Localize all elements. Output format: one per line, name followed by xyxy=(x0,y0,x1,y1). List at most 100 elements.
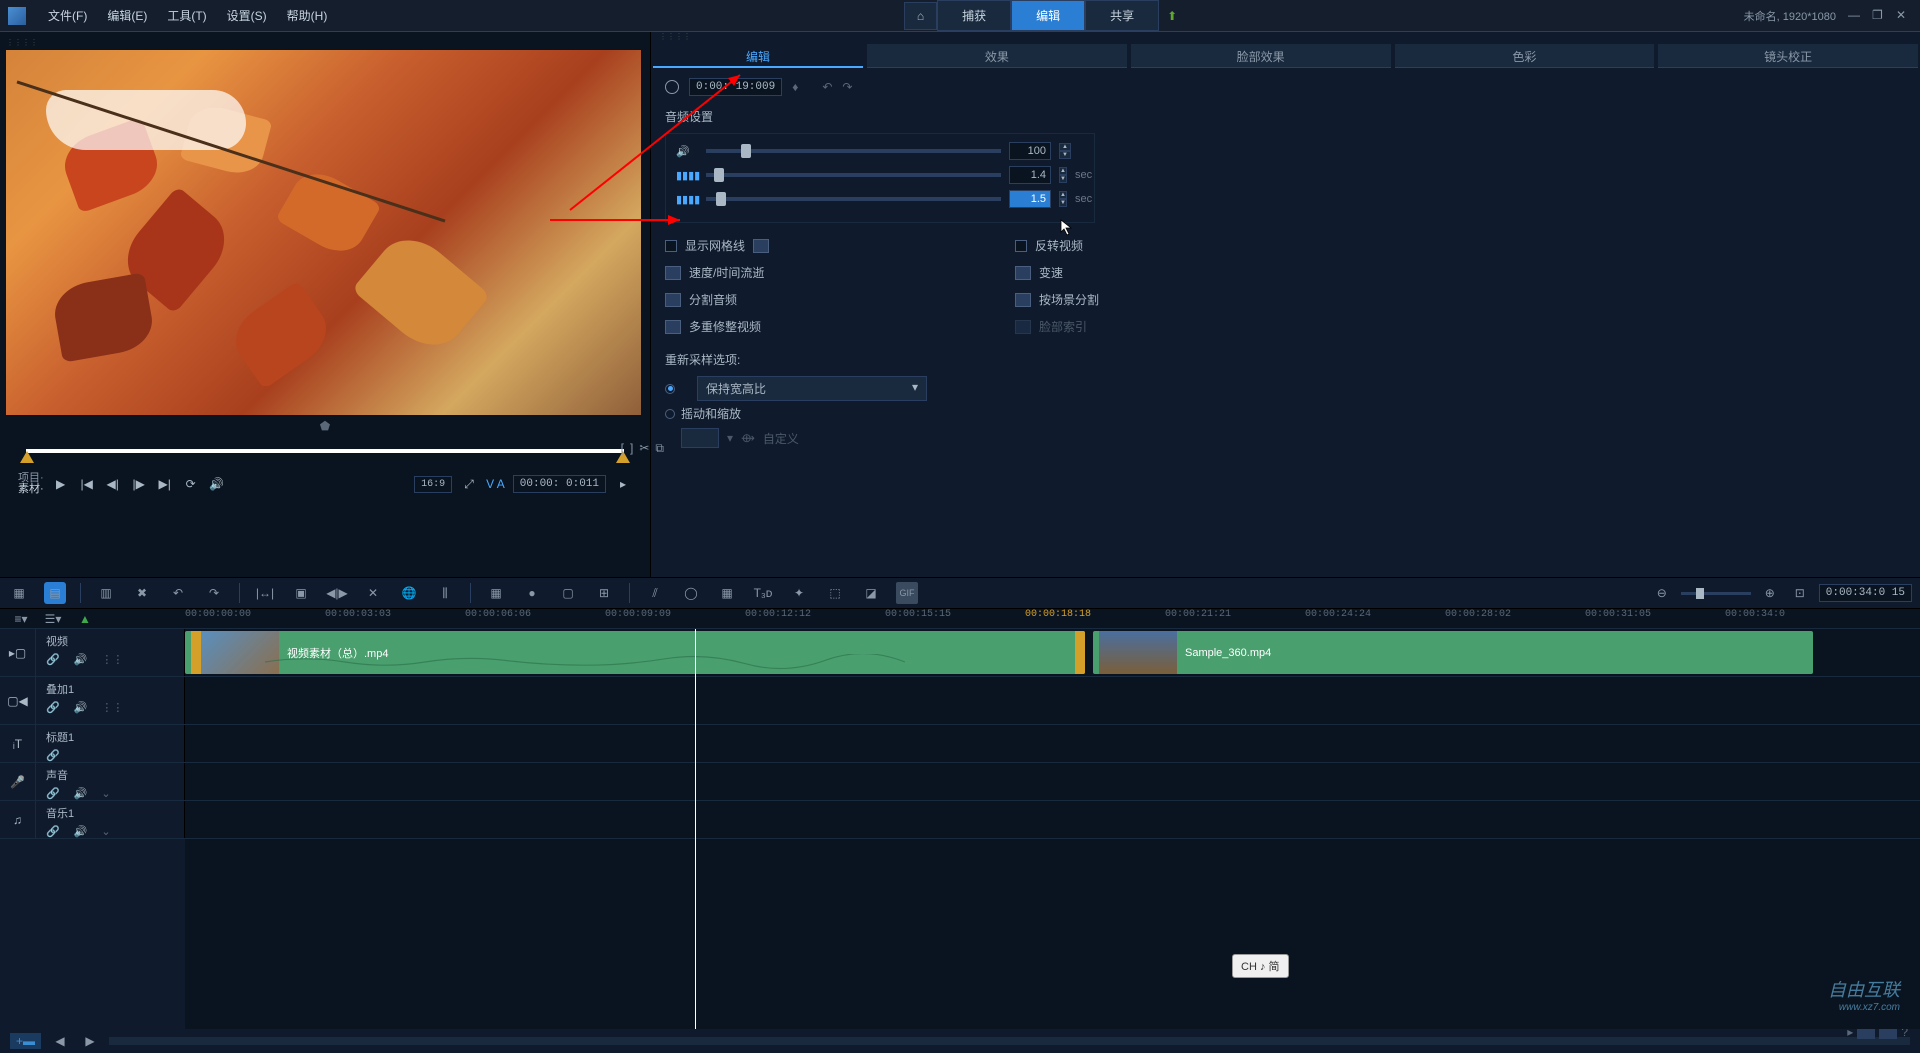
play-button[interactable]: ▶ xyxy=(52,475,70,493)
tool-icon-18[interactable]: ◪ xyxy=(860,582,882,604)
spinner-icon[interactable]: ▸ xyxy=(614,475,632,493)
clip-handle-right[interactable] xyxy=(1075,631,1085,674)
material-mode-label[interactable]: 素材· xyxy=(18,484,44,495)
ruler-marker-icon[interactable]: ▲ xyxy=(74,608,96,630)
preview-timecode-2[interactable]: 00:00: 0:011 xyxy=(513,475,606,493)
checkbox-icon[interactable] xyxy=(665,240,677,252)
minimize-icon[interactable]: — xyxy=(1848,8,1864,24)
track-head-title[interactable]: 标题1 🔗 xyxy=(36,725,185,762)
subtab-edit[interactable]: 编辑 xyxy=(653,44,863,68)
undo-icon[interactable]: ↶ xyxy=(167,582,189,604)
close-icon[interactable]: ✕ xyxy=(1896,8,1912,24)
link-icon[interactable]: 🔗 xyxy=(46,787,60,800)
grid-icon[interactable]: ⋮⋮ xyxy=(101,701,123,714)
tool-icon-6[interactable]: ✕ xyxy=(362,582,384,604)
track-type-title-icon[interactable]: ᵢT xyxy=(0,725,36,762)
option-reverse[interactable]: 反转视频 xyxy=(1015,237,1906,254)
ruler-menu-icon[interactable]: ≡▾ xyxy=(10,608,32,630)
grip-icon[interactable]: ⋮⋮⋮⋮ xyxy=(651,32,1920,40)
undo-icon[interactable]: ↶ xyxy=(822,80,832,94)
tool-icon-4[interactable]: ▣ xyxy=(290,582,312,604)
scroll-right-icon[interactable]: ▶ xyxy=(79,1030,101,1052)
volume-icon[interactable]: 🔊 xyxy=(208,475,226,493)
tab-share[interactable]: 共享 xyxy=(1085,0,1159,31)
tool-icon-3[interactable]: |↔| xyxy=(254,582,276,604)
text-3d-icon[interactable]: T₃ᴅ xyxy=(752,582,774,604)
next-frame-button[interactable]: |▶ xyxy=(130,475,148,493)
tool-icon-9[interactable]: ▦ xyxy=(485,582,507,604)
mute-icon[interactable]: 🔊 xyxy=(74,701,88,714)
track-type-overlay-icon[interactable]: ▢◀ xyxy=(0,677,36,724)
volume-slider[interactable] xyxy=(706,149,1001,153)
option-varispeed[interactable]: 变速 xyxy=(1015,264,1906,281)
zoom-out-icon[interactable]: ⊖ xyxy=(1651,582,1673,604)
upload-icon[interactable]: ⬆ xyxy=(1167,9,1177,23)
fadein-input[interactable] xyxy=(1009,166,1051,184)
subtab-face[interactable]: 脸部效果 xyxy=(1131,44,1391,68)
fadein-slider[interactable] xyxy=(706,173,1001,177)
link-icon[interactable]: 🔗 xyxy=(46,653,60,666)
clip-handle-left[interactable] xyxy=(191,631,201,674)
fit-icon[interactable]: ⊡ xyxy=(1789,582,1811,604)
tool-icon-13[interactable]: ⫽ xyxy=(644,582,666,604)
tool-icon-16[interactable]: ✦ xyxy=(788,582,810,604)
marker-icon[interactable]: ⬟ xyxy=(320,419,330,433)
grip-icon[interactable]: ⋮⋮⋮⋮ xyxy=(6,38,644,46)
option-multi-trim[interactable]: 多重修整视频 xyxy=(665,318,995,335)
prev-frame-button[interactable]: ◀| xyxy=(104,475,122,493)
toolbar-timecode[interactable]: 0:00:34:0 15 xyxy=(1819,584,1912,602)
link-icon[interactable]: 🔗 xyxy=(46,749,60,762)
tool-icon-15[interactable]: ▦ xyxy=(716,582,738,604)
tool-icon-1[interactable]: ▥ xyxy=(95,582,117,604)
tool-icon-17[interactable]: ⬚ xyxy=(824,582,846,604)
tool-icon-7[interactable]: 🌐 xyxy=(398,582,420,604)
track-type-voice-icon[interactable]: 🎤 xyxy=(0,763,36,800)
checkbox-icon[interactable] xyxy=(1015,240,1027,252)
track-type-video-icon[interactable]: ▸▢ xyxy=(0,629,36,676)
menu-edit[interactable]: 编辑(E) xyxy=(97,3,157,28)
restore-icon[interactable]: ❐ xyxy=(1872,8,1888,24)
radio-pan-zoom[interactable] xyxy=(665,409,675,419)
loop-button[interactable]: ⟳ xyxy=(182,475,200,493)
link-icon[interactable]: 🔗 xyxy=(46,701,60,714)
option-split-audio[interactable]: 分割音频 xyxy=(665,291,995,308)
tool-icon-2[interactable]: ✖ xyxy=(131,582,153,604)
preview-viewport[interactable] xyxy=(6,50,641,415)
resample-dropdown[interactable]: 保持宽高比▾ xyxy=(697,376,927,401)
redo-icon[interactable]: ↷ xyxy=(203,582,225,604)
expand-icon[interactable]: ⌄ xyxy=(101,825,110,838)
go-end-button[interactable]: ▶| xyxy=(156,475,174,493)
mark-out-icon[interactable]: ] xyxy=(630,441,633,456)
playhead[interactable] xyxy=(695,629,696,1029)
mute-icon[interactable]: 🔊 xyxy=(74,653,88,666)
fadein-down[interactable]: ▼ xyxy=(1059,175,1067,183)
trim-in-handle[interactable] xyxy=(20,451,34,463)
h-scrollbar[interactable] xyxy=(109,1037,1910,1045)
clip-1[interactable]: 视频素材（总）.mp4 xyxy=(185,631,1085,674)
subtab-effects[interactable]: 效果 xyxy=(867,44,1127,68)
clip-2[interactable]: Sample_360.mp4 xyxy=(1093,631,1813,674)
track-head-voice[interactable]: 声音 🔗🔊⌄ xyxy=(36,763,185,800)
mute-icon[interactable]: 🔊 xyxy=(74,787,88,800)
tool-icon-11[interactable]: ▢ xyxy=(557,582,579,604)
zoom-slider[interactable] xyxy=(1681,592,1751,595)
fadeout-input[interactable] xyxy=(1009,190,1051,208)
fadeout-down[interactable]: ▼ xyxy=(1059,199,1067,207)
gif-icon[interactable]: GIF xyxy=(896,582,918,604)
ruler-list-icon[interactable]: ☰▾ xyxy=(42,608,64,630)
volume-input[interactable] xyxy=(1009,142,1051,160)
mute-icon[interactable]: 🔊 xyxy=(74,825,88,838)
snapshot-icon[interactable]: ⧉ xyxy=(655,441,664,456)
radio-keep-aspect[interactable] xyxy=(665,384,675,394)
resize-icon[interactable]: ⤢ xyxy=(460,475,478,493)
tab-capture[interactable]: 捕获 xyxy=(937,0,1011,31)
spinner-icon[interactable]: ♦ xyxy=(792,80,798,94)
menu-file[interactable]: 文件(F) xyxy=(38,3,97,28)
timeline-ruler[interactable]: ≡▾ ☰▾ ▲ 00:00:00:00 00:00:03:03 00:00:06… xyxy=(0,609,1920,629)
zoom-in-icon[interactable]: ⊕ xyxy=(1759,582,1781,604)
option-grid[interactable]: 显示网格线 xyxy=(665,237,995,254)
subtab-lens[interactable]: 镜头校正 xyxy=(1658,44,1918,68)
tool-icon-8[interactable]: ⫼ xyxy=(434,582,456,604)
tab-edit[interactable]: 编辑 xyxy=(1011,0,1085,31)
link-icon[interactable]: 🔗 xyxy=(46,825,60,838)
